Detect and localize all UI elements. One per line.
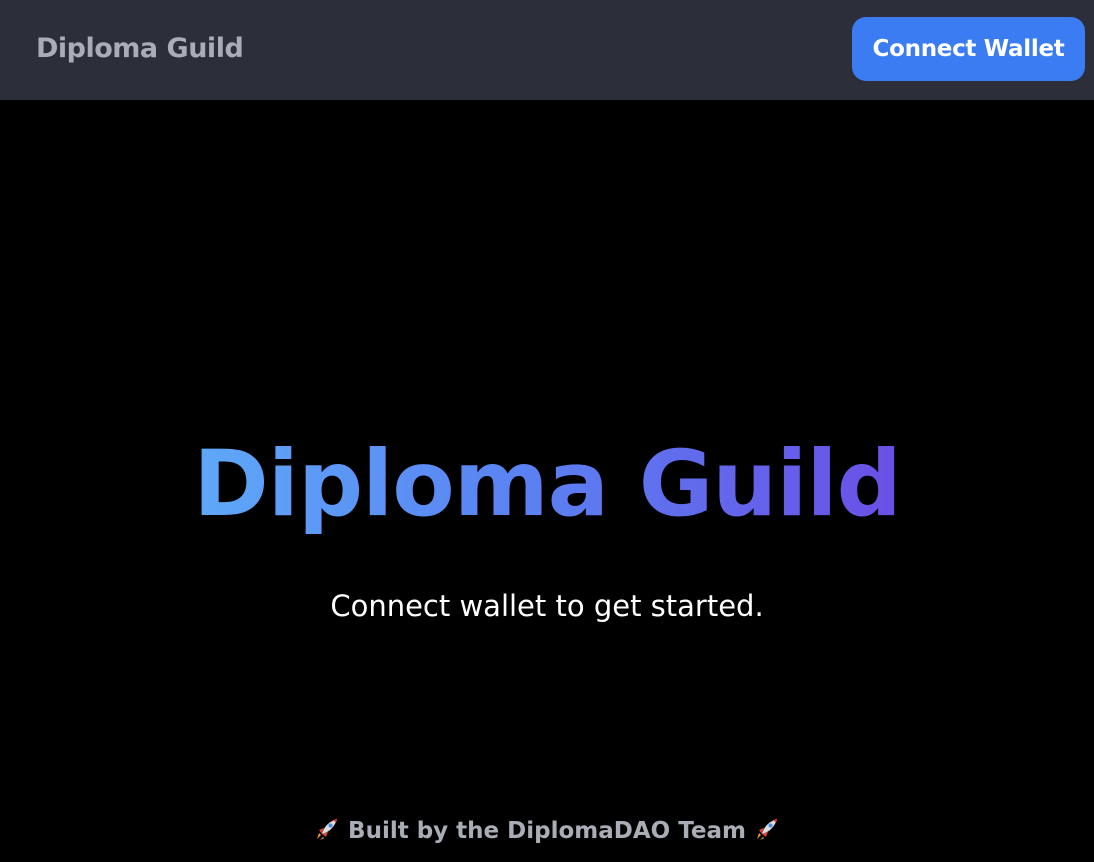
connect-wallet-button[interactable]: Connect Wallet xyxy=(852,17,1085,81)
footer-text: Built by the DiplomaDAO Team xyxy=(348,818,746,844)
app-root: Diploma Guild Connect Wallet Diploma Gui… xyxy=(0,0,1094,862)
rocket-icon xyxy=(756,819,777,840)
hero-title: Diploma Guild xyxy=(0,425,1094,545)
rocket-icon xyxy=(317,819,338,840)
hero-subtitle: Connect wallet to get started. xyxy=(330,589,764,623)
brand-logo-text[interactable]: Diploma Guild xyxy=(36,31,244,67)
top-navbar: Diploma Guild Connect Wallet xyxy=(0,0,1094,100)
hero-title-text: Diploma Guild xyxy=(193,432,901,537)
footer: Built by the DiplomaDAO Team xyxy=(0,814,1094,848)
